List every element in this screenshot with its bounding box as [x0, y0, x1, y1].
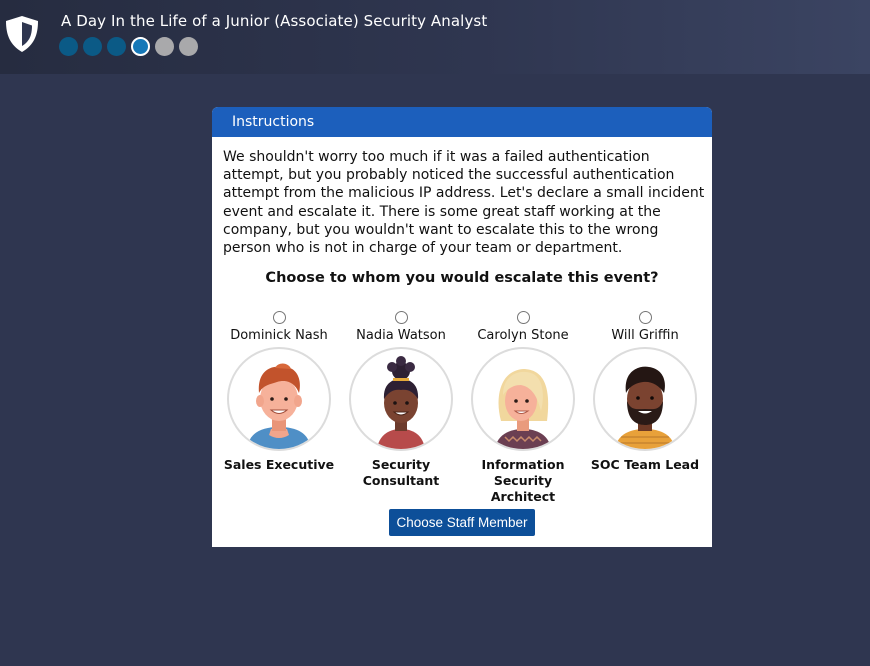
instructions-card: Instructions We shouldn't worry too much… [212, 107, 712, 547]
question-text: Choose to whom you would escalate this e… [265, 270, 659, 286]
staff-role: Information Security Architect [481, 457, 565, 504]
staff-name: Nadia Watson [356, 328, 446, 343]
staff-option-will-griffin[interactable]: Will Griffin SOC Team Lead [584, 311, 706, 473]
shield-logo-icon [6, 16, 38, 52]
progress-step-5 [155, 37, 174, 56]
staff-name: Carolyn Stone [477, 328, 569, 343]
progress-step-6 [179, 37, 198, 56]
avatar[interactable] [227, 347, 331, 451]
app-title: A Day In the Life of a Junior (Associate… [61, 12, 488, 30]
avatar[interactable] [471, 347, 575, 451]
progress-step-1 [59, 37, 78, 56]
woman-curly-bun-avatar-icon [377, 356, 425, 449]
avatar[interactable] [349, 347, 453, 451]
woman-blonde-avatar-icon [495, 369, 551, 449]
progress-step-2 [83, 37, 102, 56]
top-bar: A Day In the Life of a Junior (Associate… [0, 0, 870, 74]
staff-name: Will Griffin [611, 328, 679, 343]
staff-role: SOC Team Lead [590, 457, 700, 472]
card-header: Instructions [212, 107, 712, 137]
man-bearded-avatar-icon [615, 366, 675, 449]
radio-button[interactable] [394, 311, 408, 324]
radio-button[interactable] [272, 311, 286, 324]
staff-role: Sales Executive [223, 457, 335, 472]
progress-step-3 [107, 37, 126, 56]
man-red-hair-avatar-icon [247, 363, 311, 449]
staff-option-nadia-watson[interactable]: Nadia Watson Security Consultant [340, 311, 462, 489]
progress-step-4 [131, 37, 150, 56]
staff-role: Security Consultant [362, 457, 440, 488]
staff-option-carolyn-stone[interactable]: Carolyn Stone Information Security Archi… [462, 311, 584, 505]
choose-staff-member-button[interactable]: Choose Staff Member [389, 509, 535, 536]
staff-option-dominick-nash[interactable]: Dominick Nash Sales Executive [218, 311, 340, 473]
avatar[interactable] [593, 347, 697, 451]
radio-button[interactable] [638, 311, 652, 324]
staff-name: Dominick Nash [230, 328, 328, 343]
instructions-text: We shouldn't worry too much if it was a … [223, 149, 705, 257]
progress-indicator [59, 37, 203, 56]
radio-button[interactable] [516, 311, 530, 324]
